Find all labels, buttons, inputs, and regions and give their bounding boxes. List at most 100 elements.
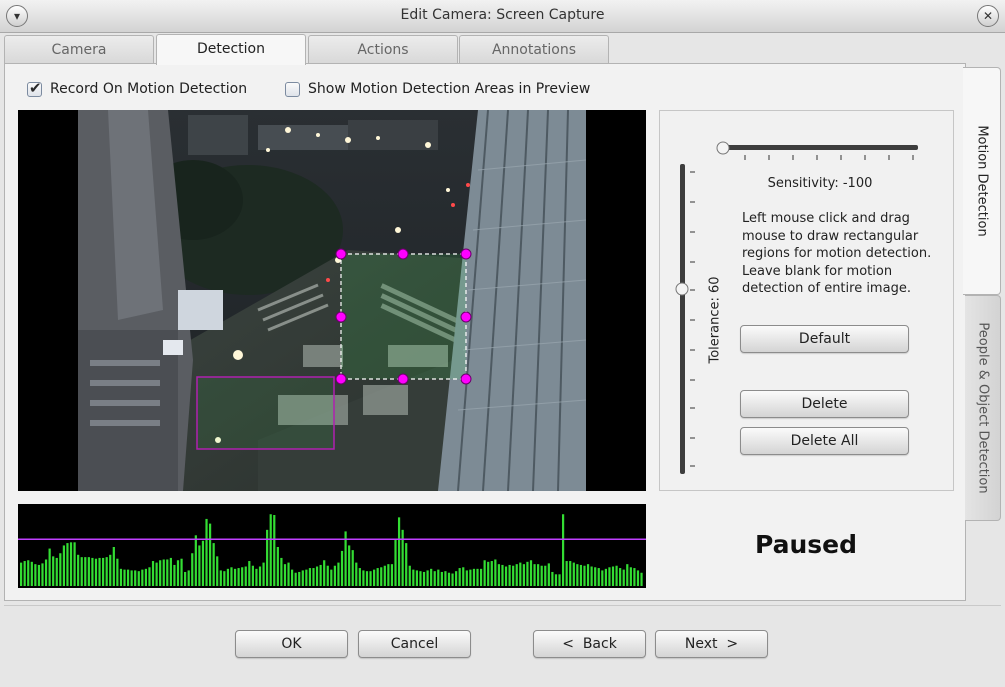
motion-bar	[629, 567, 632, 586]
tab-detection[interactable]: Detection	[156, 34, 306, 65]
motion-bar	[323, 560, 326, 586]
motion-bar	[626, 564, 629, 586]
motion-bar	[162, 559, 165, 586]
delete-button[interactable]: Delete	[740, 390, 909, 418]
motion-bar	[447, 572, 451, 586]
motion-bar	[380, 567, 383, 586]
motion-bar	[597, 568, 600, 586]
motion-bar	[426, 570, 429, 586]
motion-bar	[501, 564, 504, 586]
motion-bar	[105, 557, 108, 586]
motion-bar	[102, 557, 105, 586]
motion-region[interactable]	[196, 376, 335, 450]
motion-bar	[437, 569, 440, 586]
resize-handle[interactable]	[460, 311, 472, 323]
tolerance-slider[interactable]	[672, 160, 702, 480]
motion-bar	[390, 564, 394, 586]
record-on-motion-checkbox[interactable]: Record On Motion Detection	[27, 79, 247, 97]
motion-bar	[280, 557, 283, 586]
resize-handle[interactable]	[397, 248, 409, 260]
resize-handle[interactable]	[335, 311, 347, 323]
motion-bar	[69, 542, 73, 586]
motion-bar	[212, 543, 215, 586]
motion-bar	[419, 571, 422, 586]
motion-bar	[594, 567, 597, 586]
ok-button[interactable]: OK	[235, 630, 348, 658]
motion-bar	[205, 518, 208, 586]
resize-handle[interactable]	[460, 373, 472, 385]
motion-bar	[430, 568, 433, 586]
side-tab-motion-detection[interactable]: Motion Detection	[963, 67, 1001, 295]
resize-handle[interactable]	[397, 373, 409, 385]
motion-bar	[440, 571, 443, 586]
resize-handle[interactable]	[335, 373, 347, 385]
sensitivity-slider[interactable]	[712, 138, 927, 166]
delete-all-button[interactable]: Delete All	[740, 427, 909, 455]
motion-bar	[194, 535, 197, 586]
motion-bar	[319, 564, 322, 586]
camera-preview[interactable]	[18, 110, 646, 491]
motion-bar	[615, 565, 618, 586]
motion-bar	[312, 568, 315, 586]
selected-motion-region[interactable]	[335, 248, 472, 385]
motion-bar	[422, 571, 426, 586]
motion-bar	[633, 568, 636, 586]
motion-bar	[269, 514, 272, 586]
sensitivity-slider-knob[interactable]	[716, 141, 730, 155]
title-bar: ▾ Edit Camera: Screen Capture ✕	[0, 0, 1005, 33]
motion-bar	[305, 569, 308, 586]
motion-bar	[537, 564, 540, 586]
motion-bar	[465, 570, 468, 586]
tab-annotations[interactable]: Annotations	[459, 35, 609, 64]
default-button[interactable]: Default	[740, 325, 909, 353]
motion-bar	[622, 569, 625, 586]
motion-bar	[87, 557, 90, 586]
motion-bar	[376, 568, 379, 586]
motion-bar	[37, 564, 41, 586]
resize-handle[interactable]	[460, 248, 472, 260]
close-icon[interactable]: ✕	[977, 5, 999, 27]
motion-bar	[244, 566, 247, 586]
checkbox-unchecked-icon[interactable]	[285, 81, 300, 97]
motion-bar	[551, 571, 554, 586]
tolerance-slider-knob[interactable]	[675, 282, 689, 296]
motion-bar	[112, 547, 115, 586]
motion-bar	[547, 563, 550, 586]
tab-actions[interactable]: Actions	[308, 35, 458, 64]
motion-bar	[387, 564, 390, 586]
motion-bar	[34, 564, 37, 586]
tab-camera[interactable]: Camera	[4, 35, 154, 64]
motion-bar	[444, 571, 447, 586]
motion-bar	[176, 560, 180, 586]
motion-bar	[20, 562, 23, 586]
checkbox-checked-icon[interactable]	[27, 79, 42, 97]
motion-bar	[494, 559, 497, 586]
motion-bar	[233, 568, 237, 586]
motion-bar	[52, 556, 55, 586]
back-button[interactable]: < Back	[533, 630, 646, 658]
motion-bar	[137, 571, 140, 586]
side-tab-people-object-detection[interactable]: People & Object Detection	[965, 295, 1001, 521]
motion-bar	[59, 553, 62, 586]
motion-bar	[572, 562, 575, 586]
motion-bar	[298, 571, 301, 586]
side-tab-label: Motion Detection	[974, 125, 989, 237]
motion-bar	[48, 548, 51, 586]
motion-bar	[451, 573, 454, 586]
motion-bar	[576, 564, 579, 586]
resize-handle[interactable]	[335, 248, 347, 260]
motion-bar	[533, 564, 536, 586]
motion-bar	[223, 571, 226, 586]
show-areas-checkbox[interactable]: Show Motion Detection Areas in Preview	[285, 81, 590, 97]
motion-bar	[84, 557, 87, 586]
motion-bar	[462, 567, 465, 586]
motion-bar	[397, 517, 401, 586]
motion-bar	[126, 569, 130, 586]
cancel-button[interactable]: Cancel	[358, 630, 471, 658]
motion-bar	[241, 567, 244, 586]
motion-bar	[116, 558, 119, 586]
next-button[interactable]: Next >	[655, 630, 768, 658]
motion-bar	[526, 561, 529, 586]
motion-bar	[290, 569, 294, 586]
motion-bar	[73, 542, 76, 586]
